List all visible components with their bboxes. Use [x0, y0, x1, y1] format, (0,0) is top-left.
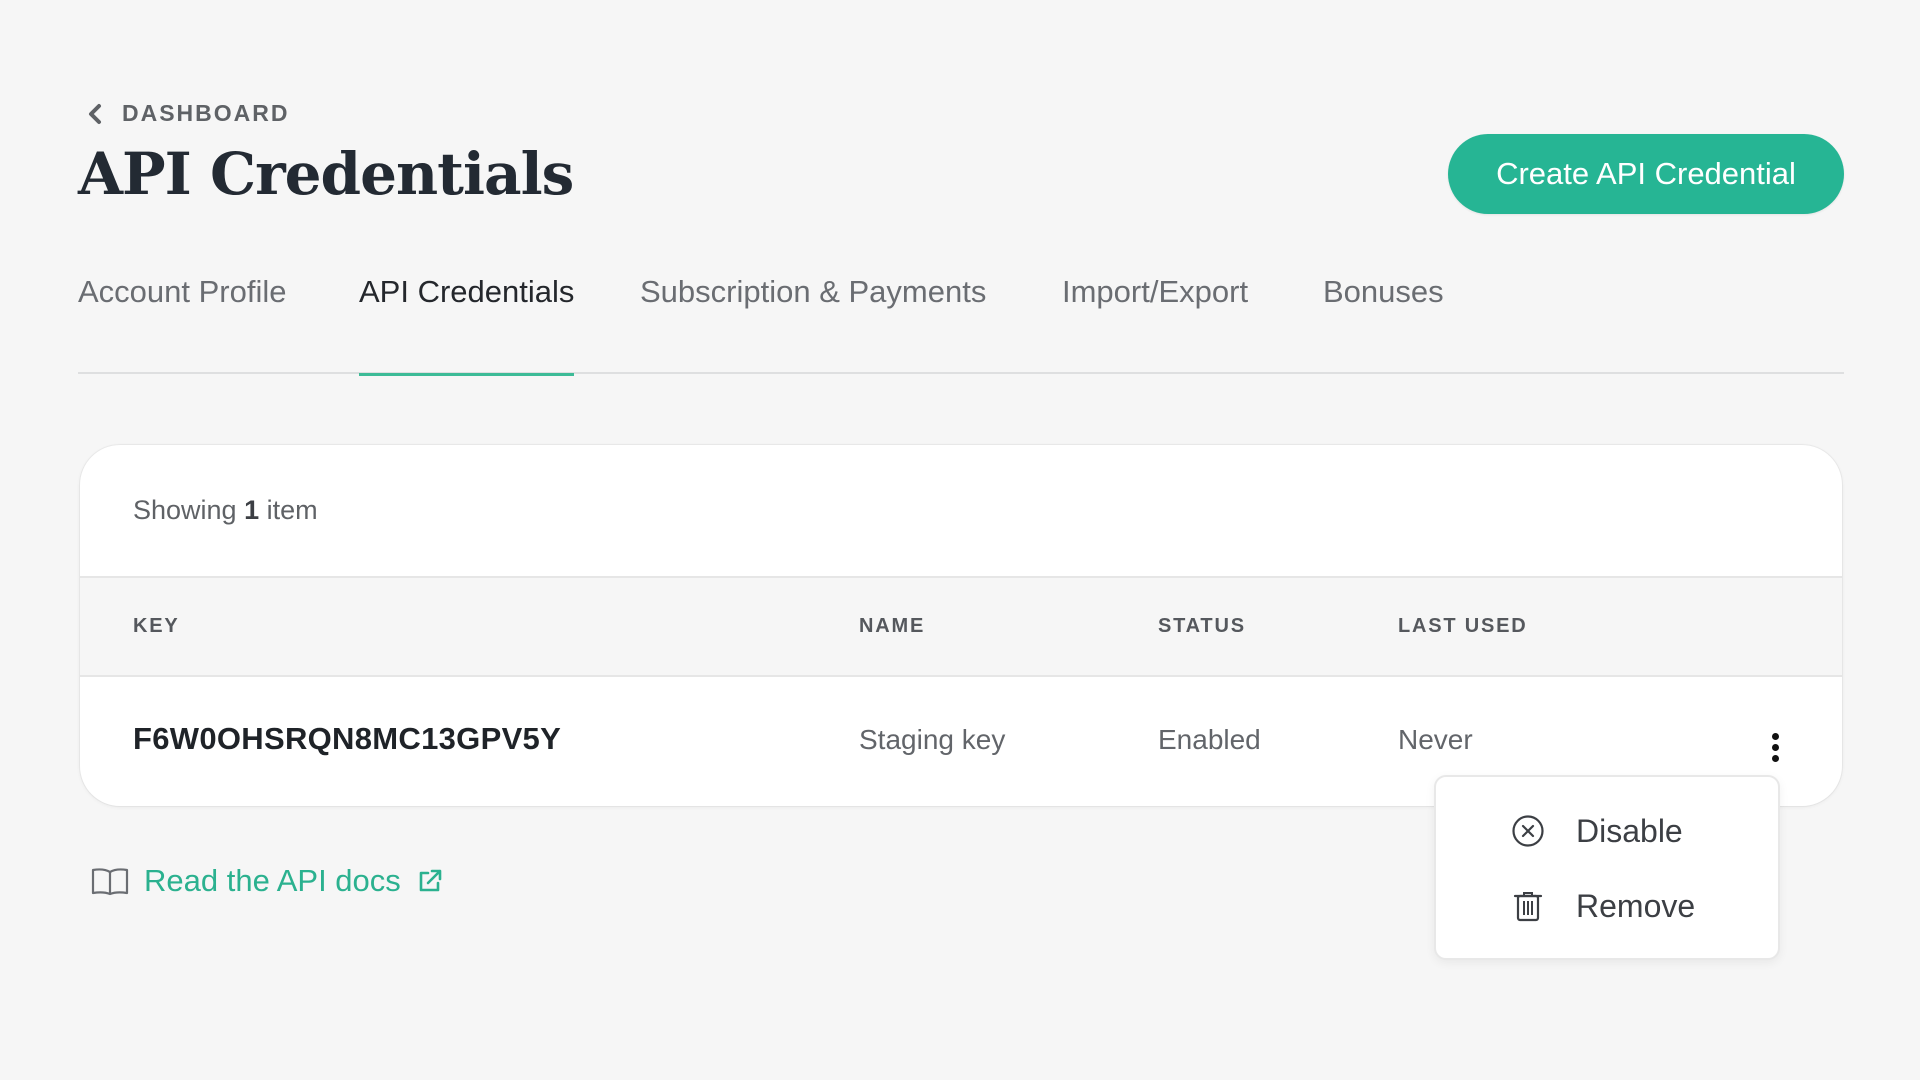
- tab-subscription-payments[interactable]: Subscription & Payments: [640, 268, 986, 374]
- credential-name: Staging key: [859, 724, 1005, 756]
- tab-account-profile[interactable]: Account Profile: [78, 268, 287, 374]
- chevron-left-icon: [86, 103, 104, 125]
- column-header-last-used: LAST USED: [1398, 615, 1528, 638]
- menu-item-remove[interactable]: Remove: [1510, 881, 1770, 931]
- tab-import-export[interactable]: Import/Export: [1062, 268, 1248, 374]
- menu-item-disable[interactable]: Disable: [1510, 806, 1770, 856]
- tab-api-credentials[interactable]: API Credentials: [359, 268, 574, 374]
- trash-icon: [1510, 888, 1546, 924]
- column-header-status: STATUS: [1158, 615, 1246, 638]
- table-header: KEY NAME STATUS LAST USED: [80, 576, 1842, 677]
- summary-suffix: item: [267, 495, 318, 525]
- credential-status: Enabled: [1158, 724, 1261, 756]
- credential-key: F6W0OHSRQN8MC13GPV5Y: [133, 721, 561, 757]
- credentials-table-card: Showing 1 item KEY NAME STATUS LAST USED…: [80, 445, 1842, 806]
- items-count-summary: Showing 1 item: [133, 495, 318, 526]
- summary-count: 1: [244, 495, 259, 525]
- menu-item-label: Remove: [1576, 888, 1695, 925]
- summary-prefix: Showing: [133, 495, 237, 525]
- column-header-key: KEY: [133, 615, 180, 638]
- breadcrumb-dashboard-link[interactable]: DASHBOARD: [86, 100, 290, 127]
- settings-tabs: Account Profile API Credentials Subscrip…: [78, 268, 1844, 374]
- credential-last-used: Never: [1398, 724, 1473, 756]
- book-icon: [90, 865, 130, 897]
- circle-x-icon: [1510, 813, 1546, 849]
- tab-bonuses[interactable]: Bonuses: [1323, 268, 1444, 374]
- page-title: API Credentials: [78, 140, 573, 208]
- external-link-icon: [417, 868, 443, 894]
- breadcrumb-label: DASHBOARD: [122, 100, 290, 127]
- menu-item-label: Disable: [1576, 813, 1683, 850]
- create-api-credential-button[interactable]: Create API Credential: [1448, 134, 1844, 214]
- api-credentials-page: DASHBOARD API Credentials Create API Cre…: [0, 0, 1920, 1080]
- row-actions-menu: Disable Remove: [1434, 775, 1780, 960]
- api-docs-link-label: Read the API docs: [144, 863, 401, 899]
- row-actions-kebab-icon[interactable]: [1760, 727, 1790, 767]
- api-docs-link[interactable]: Read the API docs: [90, 863, 443, 899]
- column-header-name: NAME: [859, 615, 925, 638]
